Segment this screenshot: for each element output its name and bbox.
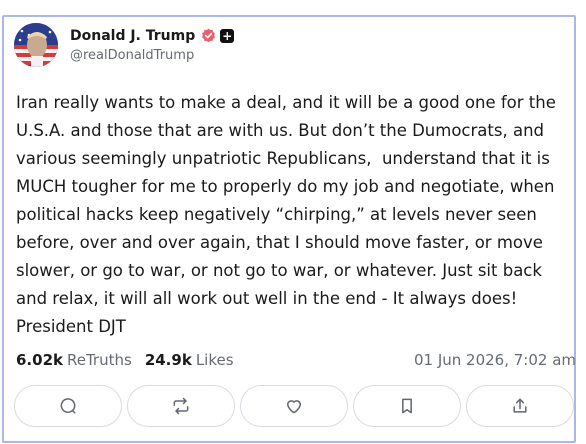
post-card: Donald J. Trump + @realDonaldTrump Iran …: [2, 15, 576, 443]
share-icon: [513, 398, 527, 413]
author-name-row: Donald J. Trump +: [70, 28, 235, 44]
avatar[interactable]: [14, 23, 58, 67]
author-handle[interactable]: @realDonaldTrump: [70, 48, 234, 63]
post-header: Donald J. Trump + @realDonaldTrump: [14, 17, 235, 73]
verified-badge-icon: [202, 28, 216, 43]
repost-icon: [173, 397, 189, 415]
retruths-label[interactable]: ReTruths: [67, 351, 132, 369]
bookmark-button[interactable]: [353, 385, 461, 427]
bookmark-icon: [402, 398, 412, 414]
share-button[interactable]: [466, 385, 574, 427]
likes-label[interactable]: Likes: [196, 351, 234, 369]
reply-button[interactable]: [14, 385, 122, 427]
like-button[interactable]: [240, 385, 348, 427]
likes-count[interactable]: 24.9k: [145, 351, 192, 369]
comment-icon: [60, 398, 76, 414]
author-info: Donald J. Trump + @realDonaldTrump: [70, 28, 235, 63]
post-stats: 6.02k ReTruths 24.9k Likes 01 Jun 2026, …: [16, 349, 576, 371]
heart-icon: [287, 400, 301, 414]
avatar-image: [14, 23, 58, 67]
retruth-button[interactable]: [127, 385, 235, 427]
post-action-bar: [14, 385, 574, 429]
post-text: Iran really wants to make a deal, and it…: [16, 93, 556, 336]
plus-badge-icon: +: [220, 28, 235, 43]
post-timestamp[interactable]: 01 Jun 2026, 7:02 am: [414, 351, 576, 369]
author-display-name[interactable]: Donald J. Trump: [70, 28, 195, 44]
retruths-count[interactable]: 6.02k: [16, 351, 63, 369]
